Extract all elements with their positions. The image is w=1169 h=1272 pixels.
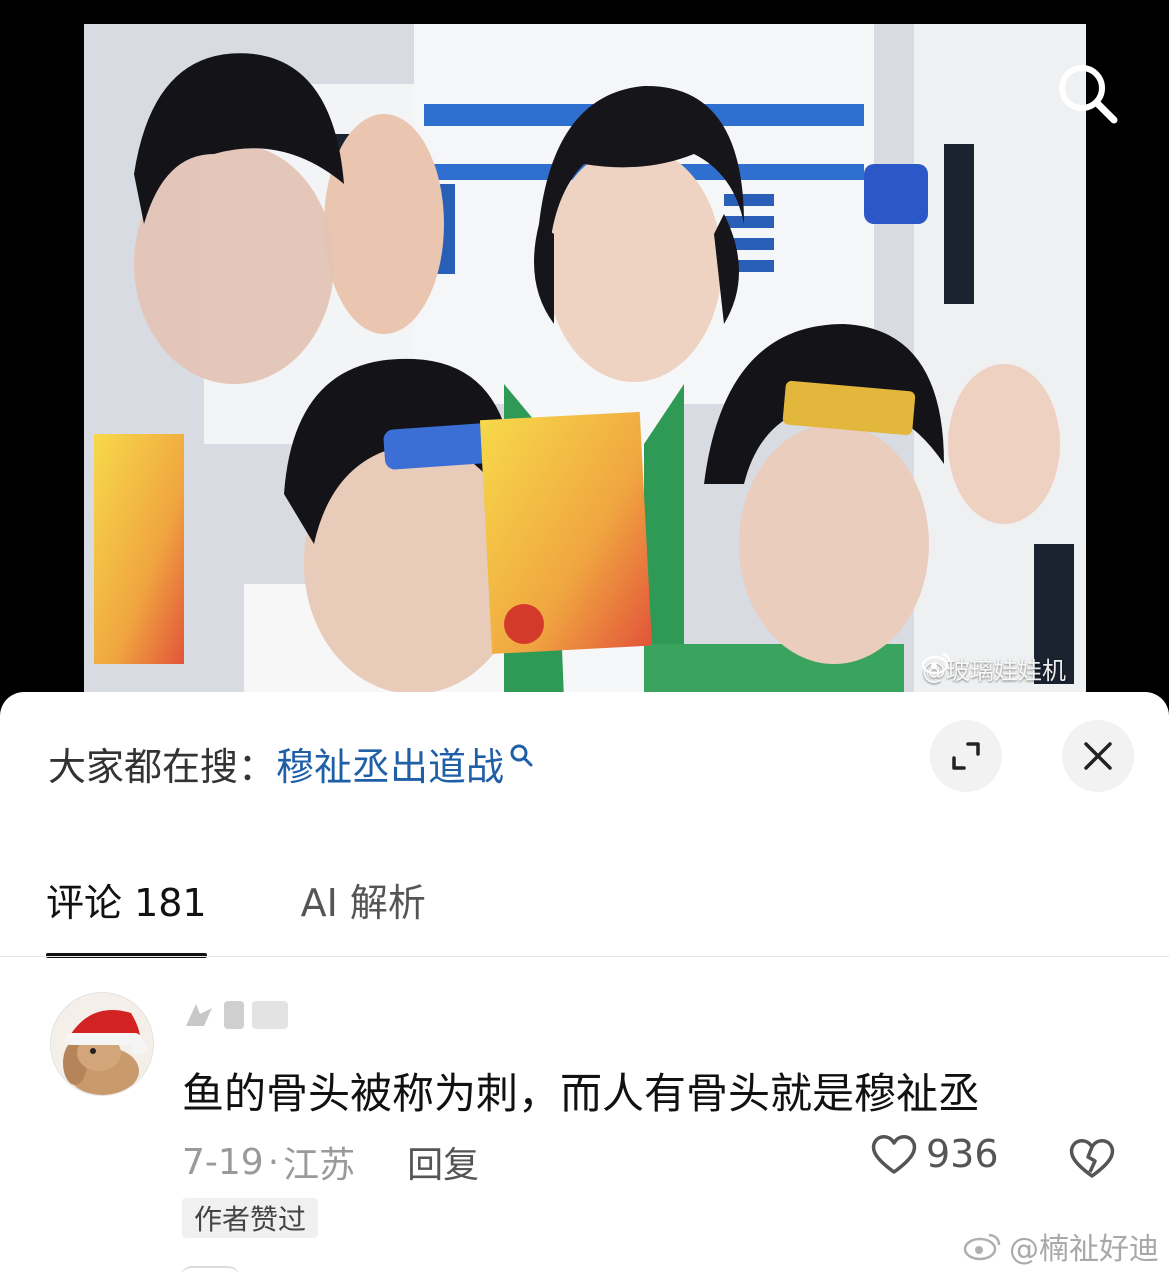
user-level-icon — [186, 1004, 212, 1026]
username-blur — [252, 1001, 288, 1029]
divider — [0, 956, 1169, 957]
photo-watermark: @玻璃娃娃机 — [922, 651, 1066, 686]
author-liked-badge: 作者赞过 — [182, 1198, 319, 1238]
comment-sheet: 大家都在搜： 穆祉丞出道战 评论 181 AI 解析 鱼的骨头被称为刺，而人有骨… — [0, 692, 1169, 1272]
next-comment-hint — [180, 1266, 240, 1272]
tab-comments[interactable]: 评论 181 — [46, 862, 207, 958]
search-icon[interactable] — [508, 742, 534, 768]
avatar[interactable] — [50, 992, 154, 1096]
close-icon — [1084, 742, 1112, 770]
weibo-icon — [922, 653, 950, 674]
corner-watermark: @楠祉好迪 — [963, 1224, 1159, 1268]
expand-button[interactable] — [930, 720, 1002, 792]
post-image[interactable]: @玻璃娃娃机 — [84, 24, 1086, 700]
reply-button[interactable]: 回复 — [407, 1136, 479, 1188]
rabbit-santa-hat-avatar — [63, 1010, 147, 1095]
image-search-button[interactable] — [1050, 56, 1122, 128]
weibo-icon — [963, 1233, 1001, 1261]
corner-watermark-text: @楠祉好迪 — [1009, 1232, 1159, 1267]
username-blur — [224, 1001, 244, 1029]
trending-search-prefix: 大家都在搜： — [48, 744, 277, 789]
post-image-illustration — [84, 24, 1086, 700]
expand-icon — [952, 742, 980, 770]
like-count: 936 — [926, 1132, 999, 1176]
broken-heart-icon — [1069, 1139, 1115, 1178]
trending-search-term[interactable]: 穆祉丞出道战 — [276, 736, 504, 791]
dislike-button[interactable] — [1068, 1136, 1116, 1184]
like-button[interactable]: 936 — [870, 1132, 999, 1176]
comment-location: 江苏 — [283, 1145, 356, 1186]
trending-search: 大家都在搜： 穆祉丞出道战 — [48, 730, 534, 796]
comment-text: 鱼的骨头被称为刺，而人有骨头就是穆祉丞 — [182, 1069, 981, 1118]
meta-separator: · — [267, 1141, 280, 1183]
tab-bar: 评论 181 AI 解析 — [46, 862, 520, 958]
comment-date: 7-19 — [182, 1141, 264, 1183]
heart-icon — [871, 1135, 917, 1174]
username-obscured[interactable] — [182, 998, 288, 1032]
search-icon — [1059, 65, 1118, 124]
tab-ai-analysis[interactable]: AI 解析 — [301, 862, 426, 958]
close-button[interactable] — [1062, 720, 1134, 792]
comment-meta: 7-19 · 江苏 回复 — [182, 1136, 479, 1188]
